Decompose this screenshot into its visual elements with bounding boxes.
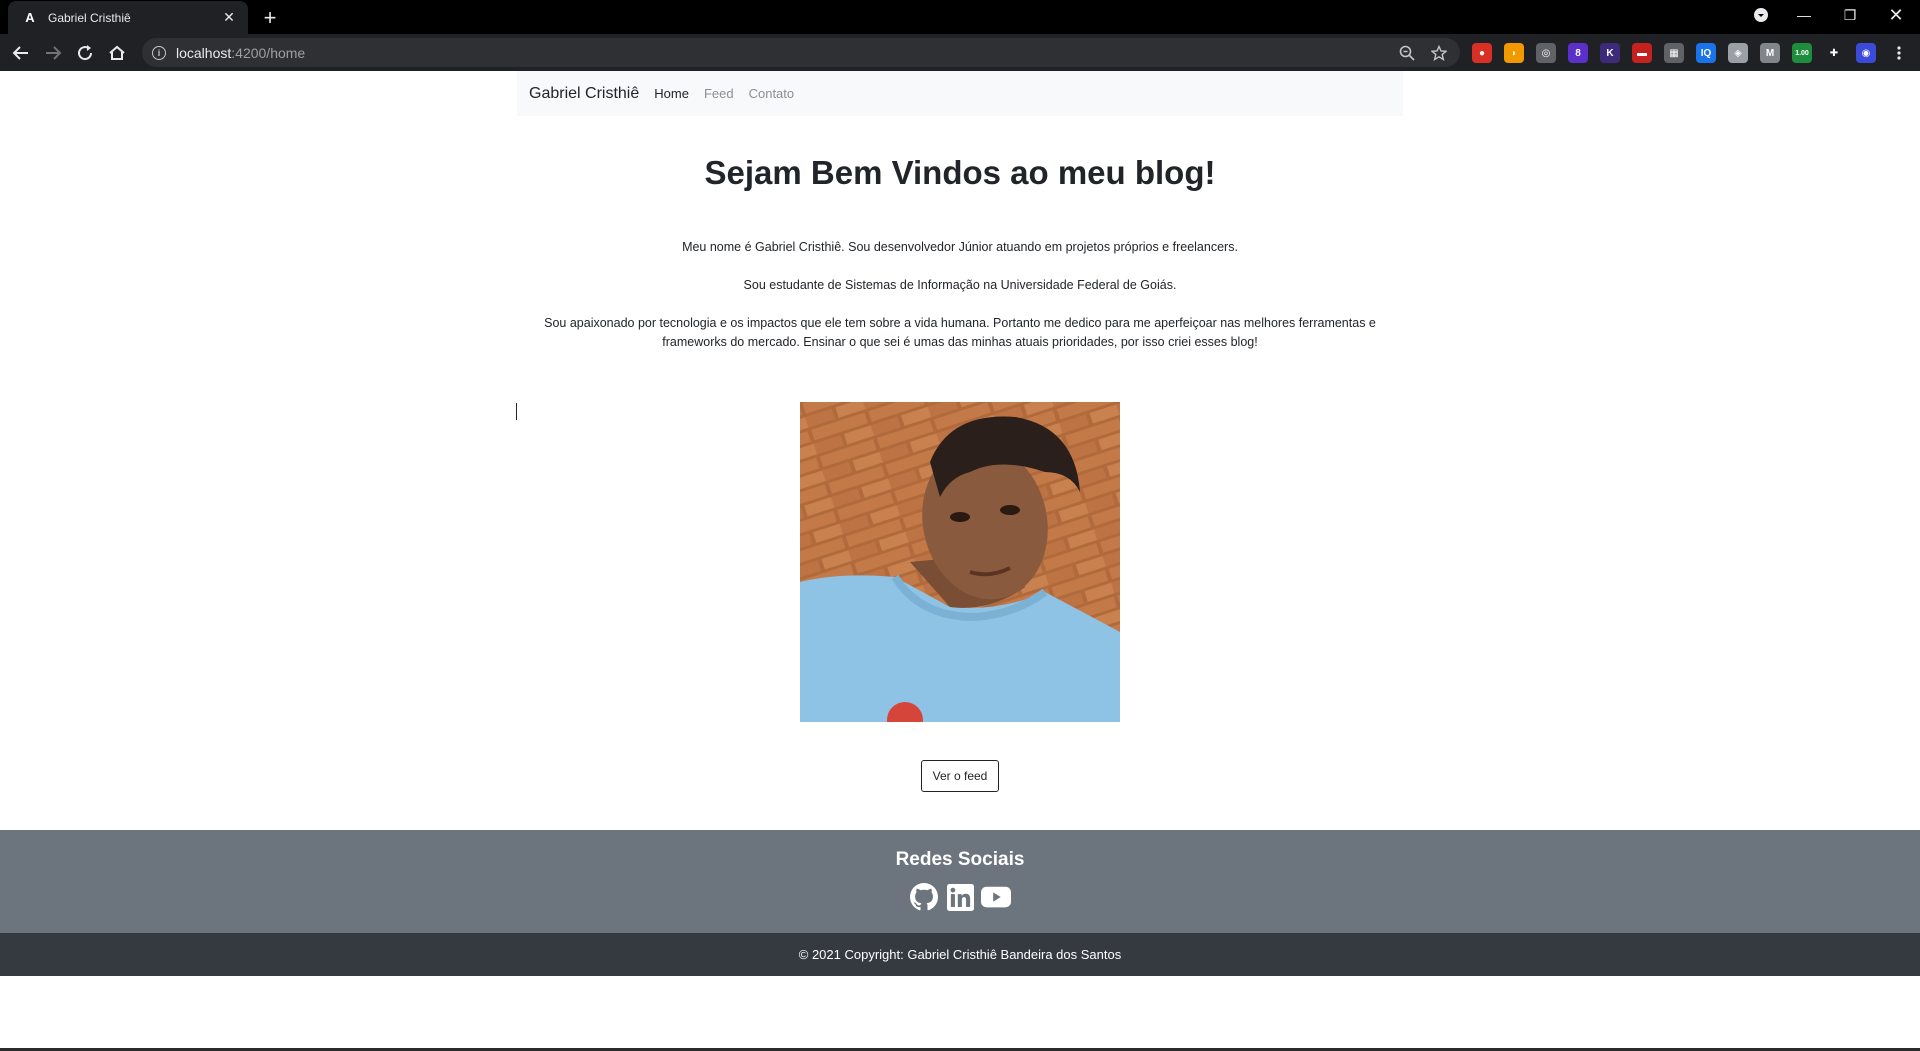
purple-extension-icon[interactable]: 8 [1568, 43, 1588, 63]
bookmark-star-icon[interactable] [1428, 42, 1450, 64]
copyright-bar: © 2021 Copyright: Gabriel Cristhiê Bande… [0, 933, 1920, 976]
reload-icon[interactable] [72, 40, 98, 66]
adblock-icon[interactable]: ● [1472, 43, 1492, 63]
avatar-icon[interactable]: ◉ [1856, 43, 1876, 63]
url-text: localhost:4200/home [176, 45, 1396, 61]
nav-link-feed[interactable]: Feed [704, 86, 734, 101]
speed-extension-icon[interactable]: 1.00 [1792, 43, 1812, 63]
profile-menu-icon[interactable] [1738, 0, 1784, 30]
intro-paragraph-2: Sou estudante de Sistemas de Informação … [743, 278, 1177, 292]
navbar-brand[interactable]: Gabriel Cristhiê [529, 85, 639, 103]
browser-toolbar: i localhost:4200/home ● ◗ ◎ 8 K ▬ ▦ IQ ◈ M 1.00 ✚ ◉ [0, 34, 1920, 71]
close-window-icon[interactable]: ✕ [1873, 0, 1919, 30]
browser-menu-icon[interactable] [1886, 40, 1912, 66]
intro-paragraph-3: Sou apaixonado por tecnologia e os impac… [544, 316, 1376, 349]
text-caret [516, 403, 517, 420]
iq-extension-icon[interactable]: IQ [1696, 43, 1716, 63]
home-icon[interactable] [104, 40, 130, 66]
github-icon[interactable] [909, 882, 939, 912]
profile-photo [800, 402, 1120, 722]
linkedin-icon[interactable] [945, 882, 975, 912]
tab-title: Gabriel Cristhiê [48, 10, 131, 25]
tab-close-icon[interactable]: ✕ [220, 9, 238, 27]
youtube-icon[interactable] [981, 882, 1011, 912]
banana-extension-icon[interactable]: ◗ [1504, 43, 1524, 63]
social-footer: Redes Sociais [0, 830, 1920, 933]
new-tab-icon[interactable]: + [258, 5, 282, 30]
url-host: localhost [176, 44, 232, 61]
back-icon[interactable] [8, 40, 34, 66]
angular-favicon-icon: A [25, 10, 35, 25]
nav-link-home[interactable]: Home [654, 86, 689, 101]
browser-tab-bar: A Gabriel Cristhiê ✕ + — ❐ ✕ [0, 0, 1920, 34]
site-info-icon[interactable]: i [152, 45, 166, 60]
compass-extension-icon[interactable]: ◈ [1728, 43, 1748, 63]
url-path: :4200/home [231, 44, 306, 61]
restore-icon[interactable]: ❐ [1827, 0, 1873, 30]
k-extension-icon[interactable]: K [1600, 43, 1620, 63]
zoom-icon[interactable] [1396, 42, 1418, 64]
round-extension-icon[interactable]: ◎ [1536, 43, 1556, 63]
copyright-text: © 2021 Copyright: Gabriel Cristhiê Bande… [798, 947, 1122, 962]
minimize-icon[interactable]: — [1781, 0, 1827, 30]
intro-paragraph-1: Meu nome é Gabriel Cristhiê. Sou desenvo… [682, 240, 1238, 254]
social-icons [0, 882, 1920, 912]
browser-tab[interactable]: A Gabriel Cristhiê ✕ [8, 1, 248, 34]
view-feed-button[interactable]: Ver o feed [921, 760, 999, 792]
social-title: Redes Sociais [895, 849, 1025, 870]
grid-extension-icon[interactable]: ▦ [1664, 43, 1684, 63]
forward-icon[interactable] [40, 40, 66, 66]
page-content: Gabriel Cristhiê Home Feed Contato Sejam… [0, 71, 1920, 1051]
puzzle-icon[interactable]: ✚ [1824, 43, 1844, 63]
address-bar[interactable]: i localhost:4200/home [142, 38, 1460, 67]
m-extension-icon[interactable]: M [1760, 43, 1780, 63]
page-title: Sejam Bem Vindos ao meu blog! [704, 154, 1216, 191]
nav-link-contato[interactable]: Contato [749, 86, 795, 101]
site-navbar: Gabriel Cristhiê Home Feed Contato [517, 71, 1403, 116]
red-extension-icon[interactable]: ▬ [1632, 43, 1652, 63]
